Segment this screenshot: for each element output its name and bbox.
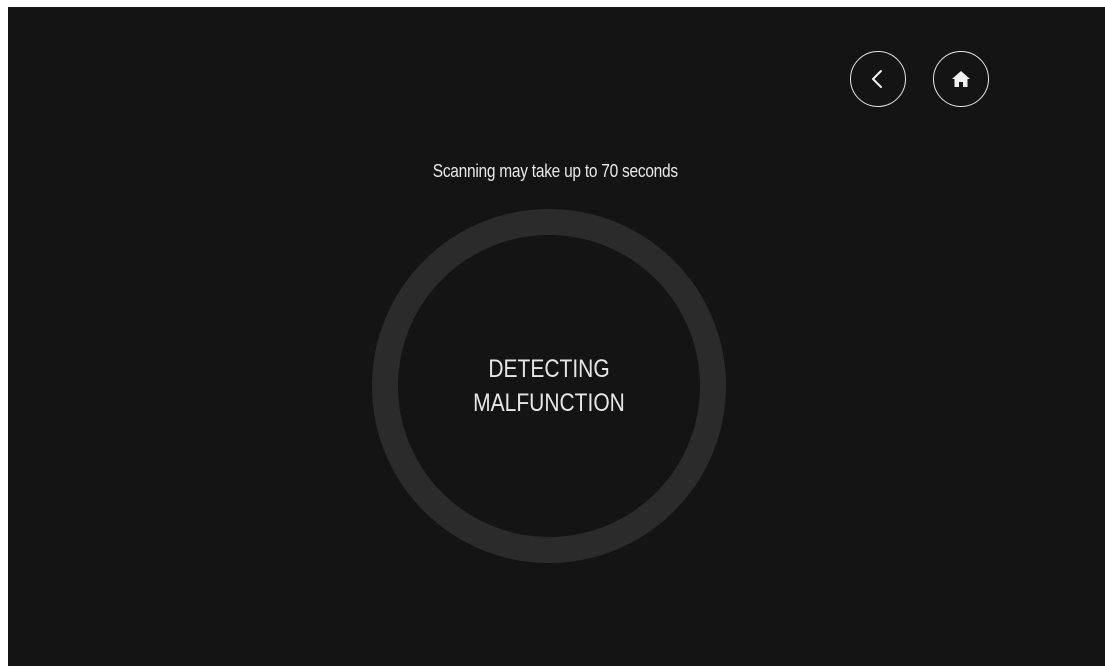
scan-status-line-2: MALFUNCTION — [473, 389, 625, 417]
back-button[interactable] — [850, 51, 906, 107]
scan-status-line-1: DETECTING — [488, 355, 610, 383]
home-button[interactable] — [933, 51, 989, 107]
scan-duration-hint: Scanning may take up to 70 seconds — [432, 161, 678, 181]
scan-status: DETECTING MALFUNCTION — [400, 352, 697, 420]
scan-progress-ring: DETECTING MALFUNCTION — [372, 209, 726, 563]
chevron-left-icon — [872, 70, 882, 88]
home-icon — [952, 71, 970, 87]
scan-screen: Scanning may take up to 70 seconds DETEC… — [8, 7, 1105, 666]
